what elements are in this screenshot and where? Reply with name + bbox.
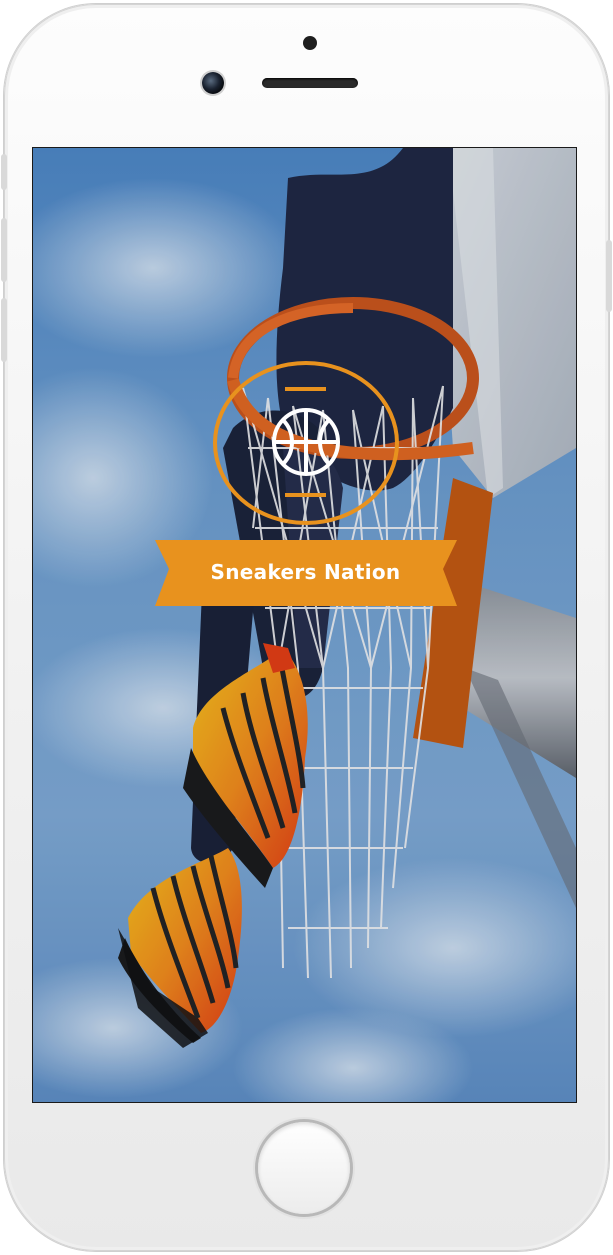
app-screen: Sneakers Nation	[33, 148, 576, 1102]
power-button	[606, 240, 612, 312]
home-button[interactable]	[258, 1122, 350, 1214]
background-photo	[33, 148, 576, 1102]
volume-up-button	[1, 218, 7, 282]
front-camera-icon	[202, 72, 224, 94]
app-title: Sneakers Nation	[210, 560, 401, 584]
mute-switch	[1, 154, 7, 190]
volume-down-button	[1, 298, 7, 362]
earpiece-speaker	[262, 78, 358, 88]
proximity-sensor	[303, 36, 317, 50]
